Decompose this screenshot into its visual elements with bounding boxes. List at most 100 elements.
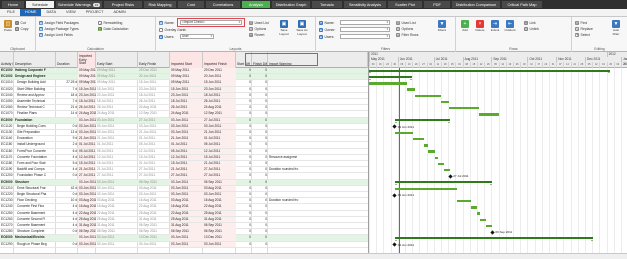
- cell-imported-start[interactable]: 31 Aug 2011: [170, 223, 203, 229]
- filter-rows-button[interactable]: ▼ Filter Rows: [396, 32, 418, 37]
- cell-imported-start[interactable]: 24 Aug 2011: [170, 111, 203, 117]
- cell-imported-finish[interactable]: 06 Sep 2011: [203, 179, 236, 186]
- app-tab-analysis[interactable]: Analysis: [242, 1, 270, 8]
- cell-finish-diff[interactable]: 0: [252, 149, 268, 155]
- cell-imported-early-start[interactable]: 25 Aug 2011: [78, 216, 96, 223]
- cell-imported-start[interactable]: 25 Aug 2011: [170, 216, 203, 223]
- cell-early-start[interactable]: 09 May 2011: [96, 74, 138, 80]
- cell-finish-diff[interactable]: 0: [252, 111, 268, 117]
- app-tab-sensitivity-analysis[interactable]: Sensitivity Analysis: [344, 1, 386, 8]
- cell-import-warning[interactable]: [268, 130, 368, 136]
- cell-early-finish[interactable]: 06 Sep 2011: [138, 229, 170, 235]
- cell-imported-early-start[interactable]: 18 Jul 2011: [78, 99, 96, 105]
- cell-early-start[interactable]: 15 Jul 2011: [96, 161, 138, 167]
- cell-duration[interactable]: 10 d: [56, 198, 78, 204]
- cell-finish-diff[interactable]: 0: [252, 204, 268, 210]
- cell-description[interactable]: Form/Pour Concrete: [14, 149, 56, 155]
- cell-import-warning[interactable]: [268, 124, 368, 130]
- cell-start-diff[interactable]: 0: [236, 99, 252, 105]
- cell-activity-id[interactable]: EC1140: [0, 136, 14, 142]
- column-header-imported-finish[interactable]: Imported Finish: [203, 52, 236, 68]
- app-tab-scatter-plot[interactable]: Scatter Plot: [388, 1, 422, 8]
- cell-early-start[interactable]: 03 Jun 2011: [96, 118, 138, 124]
- cell-finish-diff[interactable]: 0: [252, 118, 268, 124]
- column-header-imported-start[interactable]: Imported Start: [170, 52, 203, 68]
- cell-description[interactable]: Erect Structural Frar: [14, 186, 56, 192]
- cell-imported-finish[interactable]: 27 Jul 2011: [203, 167, 236, 173]
- cell-finish-diff[interactable]: 0: [252, 186, 268, 192]
- cell-early-finish[interactable]: 21 Jul 2011: [138, 161, 170, 167]
- cell-imported-finish[interactable]: 25 Aug 2011: [203, 210, 236, 217]
- cell-duration[interactable]: 21 d: [56, 105, 78, 111]
- cell-imported-start[interactable]: 15 Jun 2011: [170, 86, 203, 93]
- cell-early-start[interactable]: 23 Jun 2011: [96, 93, 138, 99]
- cell-activity-id[interactable]: EC1130: [0, 130, 14, 136]
- cell-imported-early-start[interactable]: 03 Jun 2011: [78, 179, 96, 186]
- filter-users-combo[interactable]: ▾: [340, 34, 390, 39]
- outdent-button[interactable]: ⇤ Outdent: [504, 20, 516, 33]
- cell-imported-start[interactable]: 03 Jun 2011: [170, 235, 203, 241]
- cell-imported-early-start[interactable]: 01 Jul 2011: [78, 142, 96, 148]
- layout-options-button[interactable]: ⚙ Options: [249, 26, 266, 31]
- cell-early-finish[interactable]: 27 Jul 2011: [138, 167, 170, 173]
- cell-early-start[interactable]: 01 Jul 2011: [96, 142, 138, 148]
- overlay-check-icon[interactable]: [159, 27, 163, 32]
- cell-activity-id[interactable]: EC1200: [0, 173, 14, 179]
- cell-import-warning[interactable]: [268, 99, 368, 105]
- cell-activity-id[interactable]: EC1050: [0, 99, 14, 105]
- cell-early-finish[interactable]: 03 Aug 2011: [138, 186, 170, 192]
- cell-finish-diff[interactable]: 0: [252, 180, 268, 186]
- cell-imported-finish[interactable]: 12 Sep 2011: [203, 111, 236, 117]
- cell-activity-id[interactable]: EC1060: [0, 105, 14, 111]
- cell-imported-finish[interactable]: 05 Jul 2011: [203, 142, 236, 148]
- cell-start-diff[interactable]: 0: [236, 229, 252, 235]
- cell-import-warning[interactable]: [268, 180, 368, 186]
- cell-duration[interactable]: 4 d: [56, 211, 78, 217]
- cell-import-warning[interactable]: [268, 142, 368, 148]
- filter-name-combo[interactable]: ▾: [340, 20, 390, 25]
- cell-finish-diff[interactable]: 0: [252, 229, 268, 235]
- ribbon-tab-view[interactable]: VIEW: [61, 9, 81, 16]
- ribbon-tab-project[interactable]: PROJECT: [81, 9, 109, 16]
- cell-import-warning[interactable]: [268, 242, 368, 248]
- cell-duration[interactable]: 0 d: [56, 229, 78, 235]
- cell-imported-finish[interactable]: 01 Jul 2011: [203, 136, 236, 142]
- cell-early-start[interactable]: 09 May 2011: [96, 80, 138, 86]
- cell-import-warning[interactable]: [268, 149, 368, 155]
- cell-activity-id[interactable]: EC3000: [0, 118, 14, 124]
- cell-imported-early-start[interactable]: 24 Aug 2011: [78, 111, 96, 117]
- cell-early-start[interactable]: 18 Jul 2011: [96, 99, 138, 105]
- cell-imported-finish[interactable]: 15 Jul 2011: [203, 154, 236, 161]
- cell-early-finish[interactable]: 15 Jun 2011: [138, 80, 170, 86]
- cell-early-finish[interactable]: 03 Jun 2011: [138, 124, 170, 130]
- cell-duration[interactable]: 27.25 d: [56, 80, 78, 86]
- cell-description[interactable]: Design Building Add: [14, 80, 56, 86]
- cell-early-finish[interactable]: 25 Aug 2011: [138, 211, 170, 217]
- gantt-bar[interactable]: [427, 150, 435, 153]
- ribbon-tab-admin[interactable]: ADMIN: [108, 9, 130, 16]
- select-button[interactable]: ▶ Select: [575, 32, 590, 37]
- column-header-activity-id[interactable]: Activity ID: [0, 52, 14, 68]
- find-button[interactable]: ⚲ Find: [575, 20, 587, 25]
- app-tab-risk-mapping[interactable]: Risk Mapping: [144, 1, 176, 8]
- cell-duration[interactable]: 9 d: [56, 136, 78, 142]
- copy-button[interactable]: ⧉ Copy: [15, 26, 28, 31]
- cell-activity-id[interactable]: EC1220: [0, 192, 14, 198]
- cell-activity-id[interactable]: EC1190: [0, 167, 14, 173]
- cell-activity-id[interactable]: EC1000: [0, 68, 14, 74]
- cell-description[interactable]: Structure: [14, 180, 56, 186]
- column-header-description[interactable]: Description: [14, 52, 56, 68]
- cell-activity-id[interactable]: EC1240: [0, 204, 14, 210]
- gantt-bar[interactable]: [449, 107, 480, 110]
- cell-early-finish[interactable]: 03 Jun 2011: [138, 242, 170, 248]
- cell-import-warning[interactable]: [268, 118, 368, 124]
- cell-activity-id[interactable]: EC1280: [0, 229, 14, 235]
- gantt-bar[interactable]: [394, 187, 458, 190]
- cell-imported-early-start[interactable]: 03 Jun 2011: [78, 130, 96, 136]
- cell-imported-early-start[interactable]: 27 Jul 2011: [78, 173, 96, 179]
- cell-early-finish[interactable]: 26 Jul 2011: [138, 99, 170, 105]
- cell-import-warning[interactable]: [268, 223, 368, 229]
- paste-button[interactable]: ◫ Paste: [2, 20, 14, 33]
- cell-early-start[interactable]: 03 Jun 2011: [96, 235, 138, 241]
- cell-finish-diff[interactable]: 0: [252, 87, 268, 93]
